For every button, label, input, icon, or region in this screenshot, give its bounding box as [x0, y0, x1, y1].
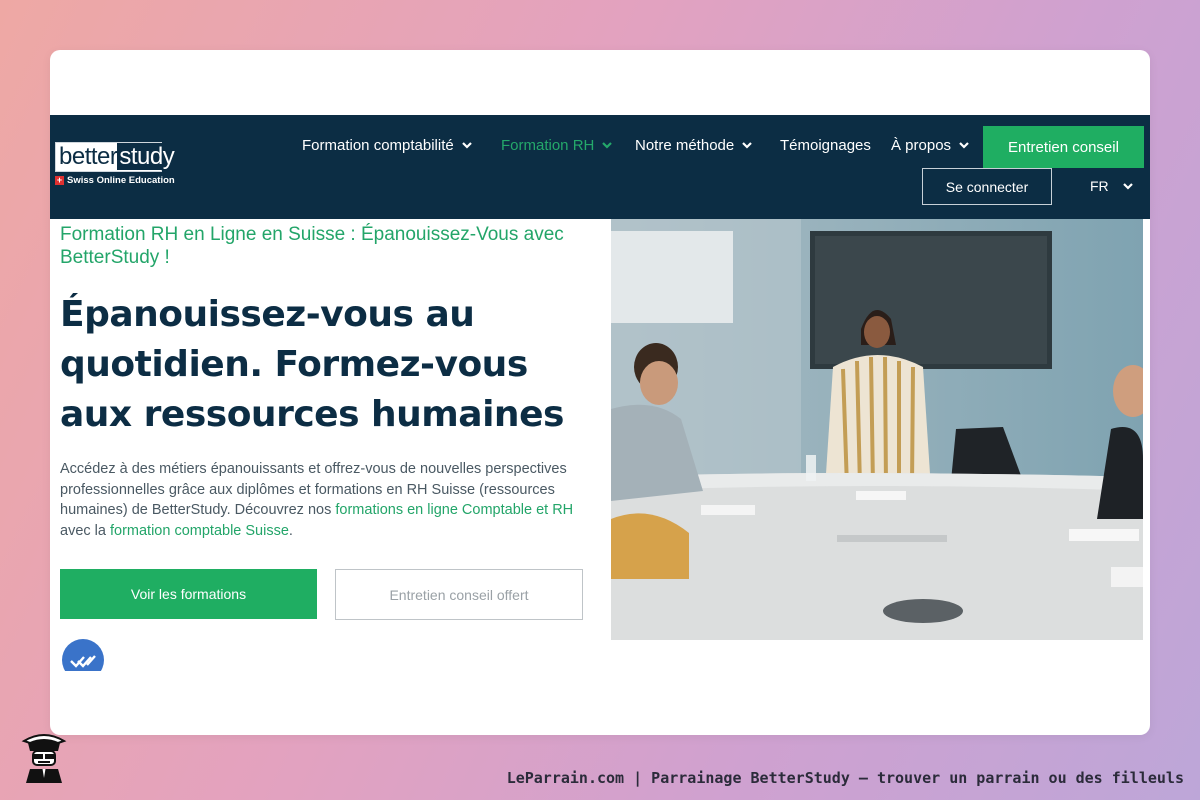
logo-wordmark: betterstudy — [59, 143, 177, 170]
paragraph-text: . — [288, 522, 293, 539]
logo-tagline-row: + Swiss Online Education — [55, 175, 175, 186]
nav-item-notre-methode[interactable]: Notre méthode — [635, 134, 754, 156]
chevron-down-icon — [460, 138, 474, 152]
voir-formations-button[interactable]: Voir les formations — [60, 569, 317, 619]
nav-item-label: Formation comptabilité — [302, 136, 454, 154]
login-button[interactable]: Se connecter — [922, 168, 1052, 205]
nav-item-a-propos[interactable]: À propos — [891, 134, 971, 156]
nav-item-label: Notre méthode — [635, 136, 735, 154]
hero-meeting-photo — [611, 219, 1143, 640]
chevron-down-icon — [600, 138, 614, 152]
navbar: betterstudy + Swiss Online Education For… — [50, 115, 1150, 219]
footer-caption: LeParrain.com | Parrainage BetterStudy —… — [506, 769, 1184, 787]
hero-headline: Épanouissez-vous au quotidien. Formez-vo… — [60, 294, 564, 435]
chevron-down-icon — [740, 138, 754, 152]
browser-card: betterstudy + Swiss Online Education For… — [50, 50, 1150, 735]
nav-item-label: Formation RH — [501, 136, 595, 154]
chevron-down-icon — [957, 138, 971, 152]
link-formations-en-ligne[interactable]: formations en ligne Comptable et RH — [335, 502, 573, 518]
mascot-icon — [18, 727, 70, 783]
betterstudy-logo[interactable]: betterstudy + Swiss Online Education — [55, 142, 177, 190]
language-selector[interactable]: FR — [1090, 178, 1135, 194]
logo-tagline: Swiss Online Education — [67, 175, 175, 186]
logo-word-study: study — [117, 143, 177, 170]
logo-box: betterstudy — [55, 142, 177, 172]
hero-paragraph: Accédez à des métiers épanouissants et o… — [60, 459, 600, 541]
logo-word-better: better — [59, 143, 118, 170]
swiss-flag-icon: + — [55, 175, 64, 185]
check-badge-icon[interactable] — [62, 639, 104, 671]
link-formation-comptable[interactable]: formation comptable Suisse — [110, 523, 289, 539]
hero-subtitle: Formation RH en Ligne en Suisse : Épanou… — [60, 224, 564, 268]
nav-item-formation-comptabilite[interactable]: Formation comptabilité — [302, 134, 474, 156]
nav-item-label: À propos — [891, 136, 952, 154]
nav-item-formation-rh[interactable]: Formation RH — [501, 134, 614, 156]
entretien-offert-button[interactable]: Entretien conseil offert — [335, 569, 583, 620]
entretien-conseil-button[interactable]: Entretien conseil — [983, 126, 1144, 168]
chevron-down-icon — [1121, 179, 1135, 193]
nav-item-temoignages[interactable]: Témoignages — [780, 134, 871, 156]
nav-item-label: Témoignages — [780, 136, 871, 154]
language-label: FR — [1090, 178, 1109, 194]
paragraph-text: avec la — [60, 522, 110, 539]
